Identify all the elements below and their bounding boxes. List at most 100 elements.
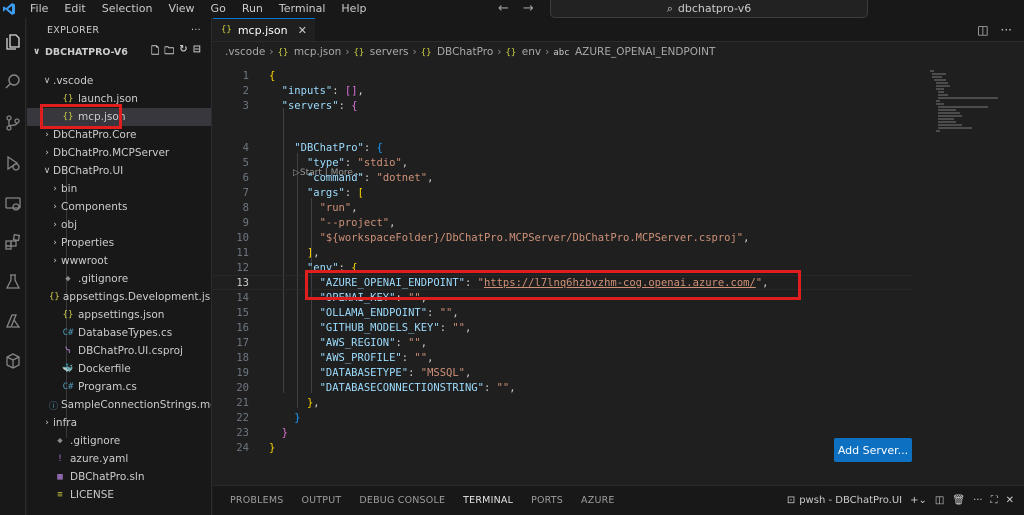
tree-item-label: DatabaseTypes.cs xyxy=(78,327,173,339)
back-arrow-icon[interactable]: ← xyxy=(498,0,509,18)
tree-item-label: Dockerfile xyxy=(78,363,131,375)
tree-item[interactable]: ▦ DBChatPro.sln xyxy=(27,468,211,486)
code-text: { xyxy=(269,70,275,82)
tree-item[interactable]: ∨ .vscode xyxy=(27,72,211,90)
menu-help[interactable]: Help xyxy=(333,0,374,18)
tree-item[interactable]: ◆ .gitignore xyxy=(27,432,211,450)
menu-selection[interactable]: Selection xyxy=(94,0,161,18)
breadcrumb-item[interactable]: {} mcp.json xyxy=(278,46,342,58)
minimap[interactable] xyxy=(928,68,1008,138)
menu-go[interactable]: Go xyxy=(203,0,234,18)
line-number: 15 xyxy=(236,306,249,319)
code-token: , xyxy=(401,156,409,169)
breadcrumb-separator-icon: › xyxy=(345,46,350,58)
code-token: , xyxy=(465,366,472,379)
close-icon[interactable]: ✕ xyxy=(298,24,307,37)
file-type-icon: ≡ xyxy=(57,490,63,500)
code-token: : xyxy=(363,141,377,154)
menu-run[interactable]: Run xyxy=(234,0,271,18)
more-actions-icon[interactable]: ··· xyxy=(973,495,983,506)
code-token: , xyxy=(313,396,320,409)
new-terminal-icon[interactable]: +⌄ xyxy=(910,495,927,506)
tree-item-label: bin xyxy=(61,183,78,195)
extensions-icon[interactable] xyxy=(3,232,23,252)
bottom-panel: PROBLEMS OUTPUT DEBUG CONSOLE TERMINAL PORTS… xyxy=(213,485,1024,515)
panel-tab-ports[interactable]: PORTS xyxy=(522,486,572,515)
tree-item[interactable]: {} appsettings.json xyxy=(27,306,211,324)
explorer-sidebar: EXPLORER ··· ∨ DBCHATPRO-V6 🗋 🗀 ↻ ⊟ ∨ .vs… xyxy=(27,18,212,515)
maximize-panel-icon[interactable]: ⛶ xyxy=(991,495,998,506)
code-token: , xyxy=(743,231,750,244)
trash-icon[interactable]: 🗑 xyxy=(952,495,965,506)
new-file-icon[interactable]: 🗋 xyxy=(151,44,159,61)
project-root[interactable]: ∨ DBCHATPRO-V6 🗋 🗀 ↻ ⊟ xyxy=(27,42,211,62)
activity-bar xyxy=(0,18,26,515)
breadcrumb-item[interactable]: .vscode xyxy=(225,46,265,58)
tree-item[interactable]: › obj xyxy=(27,216,211,234)
panel-tab-problems[interactable]: PROBLEMS xyxy=(221,486,292,515)
more-actions-icon[interactable]: ··· xyxy=(1001,23,1012,37)
tree-item[interactable]: › bin xyxy=(27,180,211,198)
menu-file[interactable]: File xyxy=(22,0,56,18)
tree-item[interactable]: › Properties xyxy=(27,234,211,252)
breadcrumb-separator-icon: › xyxy=(412,46,417,58)
explorer-header: EXPLORER ··· xyxy=(27,18,211,42)
panel-tab-output[interactable]: OUTPUT xyxy=(292,486,350,515)
tree-item[interactable]: › infra xyxy=(27,414,211,432)
collapse-all-icon[interactable]: ⊟ xyxy=(193,44,201,61)
tree-item[interactable]: C# Program.cs xyxy=(27,378,211,396)
tree-item[interactable]: {} appsettings.Development.js... xyxy=(27,288,211,306)
code-text: "DATABASETYPE": "MSSQL", xyxy=(269,366,472,379)
add-server-button[interactable]: Add Server... xyxy=(834,438,912,462)
tree-item[interactable]: › DbChatPro.MCPServer xyxy=(27,144,211,162)
code-token: , xyxy=(509,381,516,394)
command-center-search[interactable]: ⌕ dbchatpro-v6 xyxy=(550,0,868,18)
search-icon[interactable] xyxy=(3,72,23,92)
code-token: : xyxy=(483,381,497,394)
breadcrumb-item[interactable]: {} env xyxy=(505,46,541,58)
tree-item[interactable]: ᓭ DBChatPro.UI.csproj xyxy=(27,342,211,360)
tree-item[interactable]: › wwwroot xyxy=(27,252,211,270)
panel-tab-terminal[interactable]: TERMINAL xyxy=(454,486,523,515)
line-number: 11 xyxy=(236,246,249,259)
tree-item[interactable]: C# DatabaseTypes.cs xyxy=(27,324,211,342)
menu-view[interactable]: View xyxy=(160,0,202,18)
tree-item-label: Properties xyxy=(61,237,115,249)
tree-item[interactable]: ≡ LICENSE xyxy=(27,486,211,504)
menu-edit[interactable]: Edit xyxy=(56,0,93,18)
panel-tab-debug-console[interactable]: DEBUG CONSOLE xyxy=(350,486,454,515)
breadcrumb-item[interactable]: {} DBChatPro xyxy=(421,46,494,58)
containers-icon[interactable] xyxy=(3,351,23,371)
tab-mcp-json[interactable]: {} mcp.json ✕ xyxy=(213,18,315,41)
breadcrumb-item[interactable]: {} servers xyxy=(354,46,409,58)
refresh-icon[interactable]: ↻ xyxy=(179,44,187,61)
code-line: 4 "DBChatPro": { xyxy=(213,140,913,155)
azure-icon[interactable] xyxy=(3,311,23,331)
tree-item-label: infra xyxy=(53,417,78,429)
more-actions-icon[interactable]: ··· xyxy=(191,25,201,36)
explorer-files-icon[interactable] xyxy=(3,32,23,52)
remote-explorer-icon[interactable] xyxy=(3,194,23,214)
tree-item-label: DbChatPro.Core xyxy=(53,129,137,141)
tree-item[interactable]: ∨ DBChatPro.UI xyxy=(27,162,211,180)
panel-tab-azure[interactable]: AZURE xyxy=(572,486,624,515)
breadcrumb-item[interactable]: abc AZURE_OPENAI_ENDPOINT xyxy=(553,46,715,58)
close-icon[interactable]: ✕ xyxy=(1006,495,1014,506)
tree-item-label: obj xyxy=(61,219,78,231)
run-debug-icon[interactable] xyxy=(3,153,23,173)
tree-item[interactable]: ! azure.yaml xyxy=(27,450,211,468)
forward-arrow-icon[interactable]: → xyxy=(523,0,534,18)
explorer-title: EXPLORER xyxy=(47,24,100,36)
terminal-selector[interactable]: ⊡ pwsh - DBChatPro.UI xyxy=(787,495,902,506)
tree-item[interactable]: › Components xyxy=(27,198,211,216)
tree-item[interactable]: 🐳 Dockerfile xyxy=(27,360,211,378)
new-folder-icon[interactable]: 🗀 xyxy=(164,44,174,61)
tree-item[interactable]: ⓘ SampleConnectionStrings.md xyxy=(27,396,211,414)
testing-flask-icon[interactable] xyxy=(3,272,23,292)
tree-item[interactable]: ◆ .gitignore xyxy=(27,270,211,288)
source-control-icon[interactable] xyxy=(3,113,23,133)
nav-arrows: ← → xyxy=(498,0,534,18)
split-terminal-icon[interactable]: ◫ xyxy=(935,495,944,506)
menu-terminal[interactable]: Terminal xyxy=(271,0,334,18)
split-editor-icon[interactable]: ◫ xyxy=(977,23,988,37)
